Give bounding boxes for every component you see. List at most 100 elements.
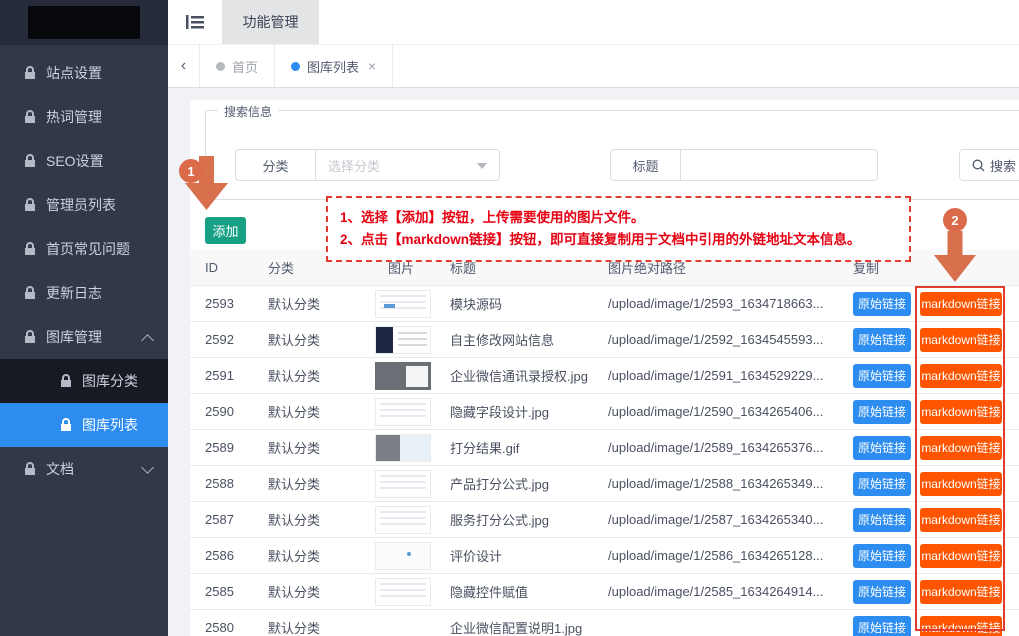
cell-id: 2587 [190,512,253,527]
table-row: 2587 默认分类 服务打分公式.jpg /upload/image/1/258… [190,502,1019,538]
sidebar-item-faq[interactable]: 首页常见问题 [0,227,168,271]
cell-copy: 原始链接 markdown链接 [838,544,1019,568]
annotation-arrow-1: 1 [172,154,236,214]
image-thumbnail[interactable] [375,326,431,354]
sidebar-item-gallery[interactable]: 图库管理 [0,315,168,359]
image-thumbnail[interactable] [375,470,431,498]
sidebar-item-site-settings[interactable]: 站点设置 [0,51,168,95]
table-row: 2588 默认分类 产品打分公式.jpg /upload/image/1/258… [190,466,1019,502]
markdown-link-button[interactable]: markdown链接 [920,436,1002,460]
original-link-button[interactable]: 原始链接 [853,328,911,352]
cell-id: 2591 [190,368,253,383]
cell-id: 2590 [190,404,253,419]
sidebar-item-label: 图库管理 [46,327,102,347]
lock-icon [22,329,38,345]
sidebar-item-label: 热词管理 [46,107,102,127]
original-link-button[interactable]: 原始链接 [853,400,911,424]
tag-home[interactable]: 首页 [200,45,275,87]
row-category: 默认分类 [268,621,320,636]
original-link-button[interactable]: 原始链接 [853,436,911,460]
markdown-link-button[interactable]: markdown链接 [920,472,1002,496]
cell-image [373,470,435,498]
lock-icon [58,373,74,389]
cell-title: 企业微信配置说明1.jpg [435,618,593,636]
sidebar-item-gallery-list[interactable]: 图库列表 [0,403,168,447]
main-area: 功能管理 ‹ 首页 图库列表 × 搜索信息 [168,0,1019,636]
cell-copy: 原始链接 markdown链接 [838,508,1019,532]
cell-id: 2586 [190,548,253,563]
image-thumbnail[interactable] [375,506,431,534]
cell-title: 产品打分公式.jpg [435,474,593,493]
cell-category: 默认分类 [253,618,373,636]
image-thumbnail[interactable] [375,578,431,606]
image-thumbnail[interactable] [375,434,431,462]
original-link-button[interactable]: 原始链接 [853,472,911,496]
image-thumbnail[interactable] [375,362,431,390]
markdown-link-button[interactable]: markdown链接 [920,292,1002,316]
table-row: 2585 默认分类 隐藏控件赋值 /upload/image/1/2585_16… [190,574,1019,610]
sidebar-menu: 站点设置 热词管理 SEO设置 管理员列表 首页常见问题 更新日志 [0,45,168,491]
original-link-button[interactable]: 原始链接 [853,364,911,388]
cell-title: 隐藏控件赋值 [435,582,593,601]
row-path: /upload/image/1/2591_1634529229... [608,368,823,383]
sidebar-item-docs[interactable]: 文档 [0,447,168,491]
lock-icon [22,153,38,169]
sidebar-item-seo[interactable]: SEO设置 [0,139,168,183]
category-select[interactable]: 选择分类 [316,150,499,180]
search-button[interactable]: 搜索 [959,149,1019,181]
sidebar-item-gallery-categories[interactable]: 图库分类 [0,359,168,403]
cell-image [373,578,435,606]
cell-id: 2588 [190,476,253,491]
original-link-button[interactable]: 原始链接 [853,616,911,636]
cell-category: 默认分类 [253,330,373,349]
collapse-menu-icon [185,13,205,31]
sidebar-item-hotwords[interactable]: 热词管理 [0,95,168,139]
image-thumbnail[interactable] [375,398,431,426]
markdown-link-button[interactable]: markdown链接 [920,508,1002,532]
original-link-button[interactable]: 原始链接 [853,544,911,568]
original-link-button[interactable]: 原始链接 [853,508,911,532]
annotation-badge-2: 2 [951,213,958,228]
tab-function-management[interactable]: 功能管理 [222,0,319,44]
title-input[interactable] [681,150,877,180]
markdown-link-button[interactable]: markdown链接 [920,616,1002,636]
cell-title: 模块源码 [435,294,593,313]
sidebar-item-admins[interactable]: 管理员列表 [0,183,168,227]
original-link-button[interactable]: 原始链接 [853,580,911,604]
tag-dot-icon [216,62,225,71]
original-link-button[interactable]: 原始链接 [853,292,911,316]
lock-icon [58,417,74,433]
row-category: 默认分类 [268,333,320,348]
sidebar-item-label: 更新日志 [46,283,102,303]
cell-image [373,542,435,570]
add-button[interactable]: 添加 [205,217,246,244]
image-thumbnail[interactable] [375,542,431,570]
title-label: 标题 [611,150,681,180]
row-title: 产品打分公式.jpg [450,477,549,492]
cell-path: /upload/image/1/2587_1634265340... [593,512,838,527]
image-thumbnail[interactable] [375,290,431,318]
row-path: /upload/image/1/2590_1634265406... [608,404,823,419]
markdown-link-button[interactable]: markdown链接 [920,400,1002,424]
tag-gallery-list[interactable]: 图库列表 × [275,45,393,87]
content-card: 搜索信息 分类 选择分类 标题 [190,100,1019,636]
cell-title: 自主修改网站信息 [435,330,593,349]
cell-category: 默认分类 [253,294,373,313]
category-select-placeholder: 选择分类 [328,156,380,175]
markdown-link-button[interactable]: markdown链接 [920,328,1002,352]
cell-path: /upload/image/1/2588_1634265349... [593,476,838,491]
cell-path: /upload/image/1/2592_1634545593... [593,332,838,347]
markdown-link-button[interactable]: markdown链接 [920,364,1002,388]
cell-title: 服务打分公式.jpg [435,510,593,529]
sidebar-item-label: 图库分类 [82,371,138,391]
sidebar-item-changelog[interactable]: 更新日志 [0,271,168,315]
collapse-menu-button[interactable] [168,0,222,44]
markdown-link-button[interactable]: markdown链接 [920,580,1002,604]
row-category: 默认分类 [268,405,320,420]
markdown-link-button[interactable]: markdown链接 [920,544,1002,568]
image-thumbnail[interactable] [375,614,431,636]
close-icon[interactable]: × [368,58,376,74]
tags-back-button[interactable]: ‹ [168,45,200,87]
cell-category: 默认分类 [253,438,373,457]
table-row: 2586 默认分类 评价设计 /upload/image/1/2586_1634… [190,538,1019,574]
